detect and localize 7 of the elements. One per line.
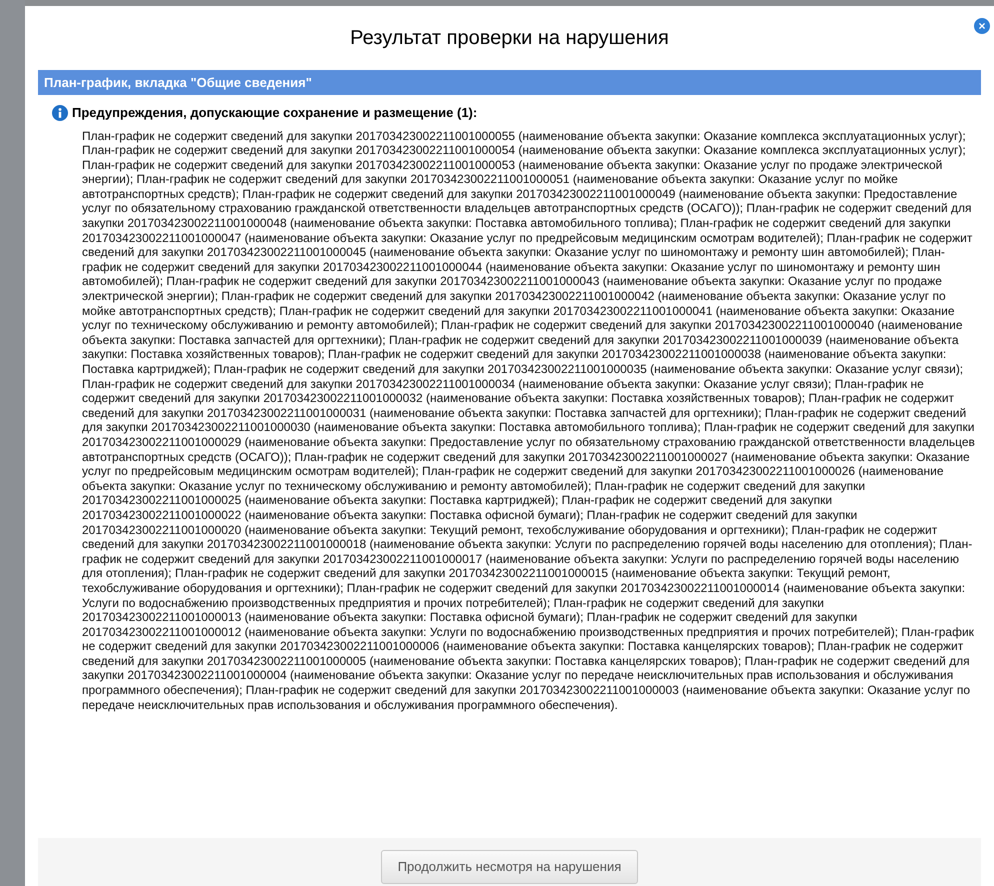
info-icon bbox=[52, 104, 68, 121]
dialog-title: Результат проверки на нарушения bbox=[350, 26, 669, 51]
section-header: План-график, вкладка "Общие сведения" bbox=[38, 70, 981, 95]
continue-button[interactable]: Продолжить несмотря на нарушения bbox=[380, 850, 638, 884]
close-button[interactable]: × bbox=[974, 18, 990, 34]
warning-heading: Предупреждения, допускающие сохранение и размещение (1): bbox=[72, 104, 478, 122]
warning-text: План-график не содержит сведений для закупки 201703423002211001000055 (наименование объекта закупки: Оказание комплекса эксплуатационных услуг); План-график не содержит сведений для закупки 201703423002211001000054 (наименование объекта закупки: Оказание комплекса эксплуатационных услуг); План-график не содержит сведений для закупки 201703423002211001000053 (наименование объекта закупки: Оказание услуг по продаже электрической энергии); План-график не содержит сведений для закупки 201703423002211001000051 (наименование объекта закупки: Оказание услуг по мойке автотранспортных средств); План-график не содержит сведений для закупки 201703423002211001000049 (наименование объекта закупки: Предоставление услуг по обязательному страхованию гражданской ответственности владельцев автотранспортных средств (ОСАГО)); План-график не содержит сведений для закупки 201703423002211001000048 (наименование объекта закупки: Поставка автомобильного топлива); План-график не содержит сведений для закупки 201703423002211001000047 (наименование объекта закупки: Оказание услуг по предрейсовым медицинским осмотрам водителей); План-график не содержит сведений для закупки 201703423002211001000045 (наименование объекта закупки: Оказание услуг по шиномонтажу и ремонту шин автомобилей); План-график не содержит сведений для закупки 201703423002211001000044 (наименование объекта закупки: Оказание услуг по шиномонтажу и ремонту шин автомобилей); План-график не содержит сведений для закупки 201703423002211001000043 (наименование объекта закупки: Оказание услуг по продаже электрической энергии); План-график не содержит сведений для закупки 201703423002211001000042 (наименование объекта закупки: Оказание услуг по мойке автотранспортных средств); План-график не содержит сведений для закупки 201703423002211001000041 (наименование объекта закупки: Оказание услуг по техническому обслуживанию и ремонту автомобилей); План-график не содержит сведений для закупки 201703423002211001000040 (наименование объекта закупки: Поставка запчастей для оргтехники); План-график не содержит сведений для закупки 201703423002211001000039 (наименование объекта закупки: Поставка хозяйственных товаров); План-график не содержит сведений для закупки 201703423002211001000038 (наименование объекта закупки: Поставка картриджей); План-график не содержит сведений для закупки 201703423002211001000035 (наименование объекта закупки: Оказание услуг связи); План-график не содержит сведений для закупки 201703423002211001000034 (наименование объекта закупки: Оказание услуг связи); План-график не содержит сведений для закупки 201703423002211001000032 (наименование объекта закупки: Поставка хозяйственных товаров); План-график не содержит сведений для закупки 201703423002211001000031 (наименование объекта закупки: Поставка запчастей для оргтехники); План-график не содержит сведений для закупки 201703423002211001000030 (наименование объекта закупки: Поставка автомобильного топлива); План-график не содержит сведений для закупки 201703423002211001000029 (наименование объекта закупки: Предоставление услуг по обязательному страхованию гражданской ответственности владельцев автотранспортных средств (ОСАГО)); План-график не содержит сведений для закупки 201703423002211001000027 (наименование объекта закупки: Оказание услуг по предрейсовым медицинским осмотрам водителей); План-график не содержит сведений для закупки 201703423002211001000026 (наименование объекта закупки: Оказание услуг по техническому обслуживанию и ремонту автомобилей); План-график не содержит сведений для закупки 201703423002211001000025 (наименование объекта закупки: Поставка картриджей); План-график не содержит сведений для закупки 201703423002211001000022 (наименование объекта закупки: Поставка офисной бумаги); План-график не содержит сведений для закупки 201703423002211001000020 (наименование объекта закупки: Текущий ремонт, техобслуживание оборудования и оргтехники); План-график не содержит сведений для закупки 201703423002211001000018 (наименование объекта закупки: Услуги по распределению горячей воды населению для отопления); План-график не содержит сведений для закупки 201703423002211001000017 (наименование объекта закупки: Услуги по распределению горячей воды населению для отопления); План-график не содержит сведений для закупки 201703423002211001000015 (наименование объекта закупки: Текущий ремонт, техобслуживание оборудования и оргтехники); План-график не содержит сведений для закупки 201703423002211001000014 (наименование объекта закупки: Услуги по водоснабжению производственных предприятия и прочих потребителей); План-график не содержит сведений для закупки 201703423002211001000013 (наименование объекта закупки: Поставка офисной бумаги); План-график не содержит сведений для закупки 201703423002211001000012 (наименование объекта закупки: Услуги по водоснабжению производственных предприятия и прочих потребителей); План-график не содержит сведений для закупки 201703423002211001000006 (наименование объекта закупки: Поставка канцелярских товаров); План-график не содержит сведений для закупки 201703423002211001000005 (наименование объекта закупки: Поставка канцелярских товаров); План-график не содержит сведений для закупки 201703423002211001000004 (наименование объекта закупки: Оказание услуг по передаче неисключительных прав использования и обслуживания программного обеспечения); План-график не содержит сведений для закупки 201703423002211001000003 (наименование объекта закупки: Оказание услуг по передаче неисключительных прав использования и обслуживания программного обеспечения). bbox=[81, 128, 976, 712]
